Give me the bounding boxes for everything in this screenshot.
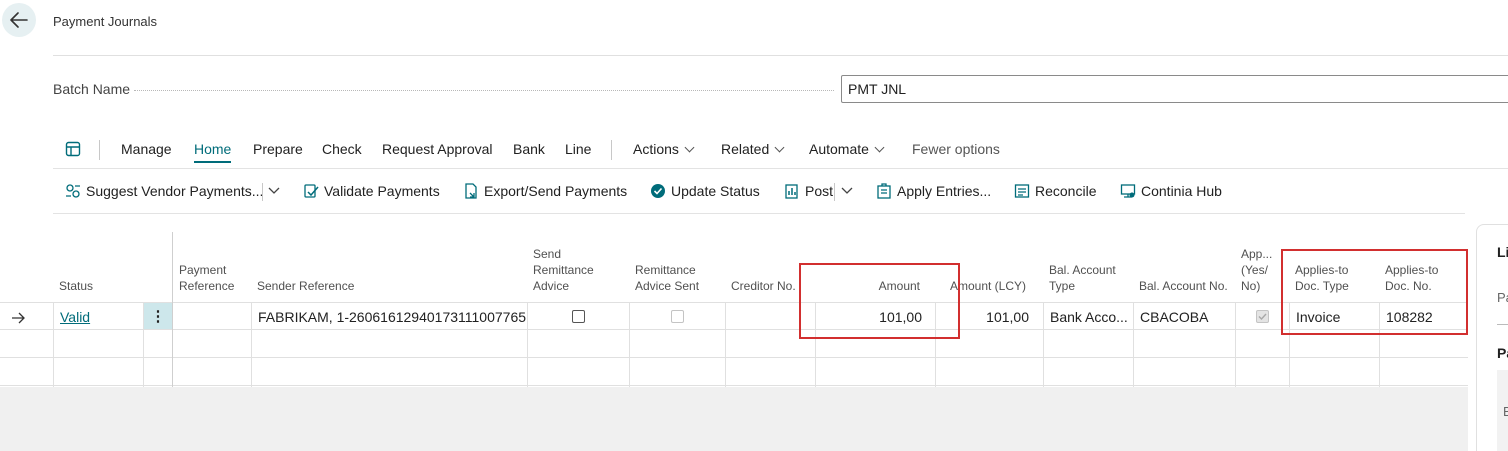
chevron-down-icon — [874, 142, 885, 153]
frozen-column-divider — [172, 232, 173, 387]
factbox-heading-2: Pa — [1497, 345, 1508, 361]
menu-separator — [99, 140, 100, 160]
column-divider — [1133, 302, 1134, 387]
column-divider — [251, 302, 252, 387]
row-actions-button[interactable]: ⋮ — [144, 303, 172, 329]
column-header-payment-reference[interactable]: Payment Reference — [179, 232, 249, 302]
factbox-sub-1: Pa — [1497, 290, 1508, 305]
table-row[interactable] — [0, 358, 1468, 386]
factbox-sub-2: B — [1503, 404, 1508, 419]
menu-automate[interactable]: Automate — [809, 141, 885, 157]
menu-automate-label: Automate — [809, 141, 869, 157]
export-icon — [465, 183, 477, 199]
chevron-down-icon — [684, 142, 695, 153]
apply-entries-button[interactable]: Apply Entries... — [876, 183, 991, 199]
arrow-left-icon — [10, 12, 28, 28]
back-button[interactable] — [2, 3, 36, 37]
column-header-applied[interactable]: App... (Yes/ No) — [1241, 232, 1281, 302]
post-label: Post — [805, 183, 834, 199]
action-separator — [262, 183, 263, 201]
column-divider — [725, 302, 726, 387]
menu-manage[interactable]: Manage — [121, 141, 172, 157]
status-cell[interactable]: Valid — [60, 309, 90, 325]
status-valid-link[interactable]: Valid — [60, 309, 90, 325]
menu-divider — [53, 168, 1508, 169]
menu-fewer-options[interactable]: Fewer options — [912, 141, 1000, 157]
batch-name-label: Batch Name — [53, 81, 131, 97]
bal-account-no-cell[interactable]: CBACOBA — [1140, 309, 1208, 325]
validate-icon — [304, 184, 319, 198]
action-menu-bar: Manage Home Prepare Check Request Approv… — [53, 137, 1508, 163]
action-separator — [834, 183, 835, 201]
factbox-heading-1: Li — [1497, 244, 1508, 260]
action-bar-divider — [53, 213, 1465, 214]
menu-separator — [611, 140, 612, 160]
menu-line[interactable]: Line — [565, 141, 591, 157]
batch-name-input[interactable]: PMT JNL — [841, 75, 1508, 103]
more-vertical-icon: ⋮ — [150, 308, 166, 325]
menu-home[interactable]: Home — [194, 141, 232, 163]
update-status-button[interactable]: Update Status — [650, 183, 760, 199]
reconcile-icon — [1014, 184, 1030, 198]
suggest-payments-icon — [66, 184, 80, 198]
column-header-creditor-no[interactable]: Creditor No. — [731, 232, 796, 302]
header-divider — [53, 55, 1508, 56]
highlight-box-amount — [799, 263, 960, 339]
column-header-sender-reference[interactable]: Sender Reference — [257, 232, 354, 302]
column-divider — [53, 302, 54, 387]
chevron-down-icon[interactable] — [841, 187, 853, 195]
suggest-vendor-payments-button[interactable]: Suggest Vendor Payments... — [65, 183, 263, 199]
chevron-down-icon — [774, 142, 785, 153]
chevron-down-icon[interactable] — [268, 187, 280, 195]
send-remittance-advice-checkbox[interactable] — [572, 310, 585, 323]
post-button[interactable]: Post — [784, 183, 833, 199]
suggest-vendor-payments-label: Suggest Vendor Payments... — [86, 183, 264, 199]
remittance-advice-sent-checkbox — [671, 310, 684, 323]
apply-entries-icon — [877, 183, 891, 199]
menu-bank[interactable]: Bank — [513, 141, 545, 157]
apply-entries-label: Apply Entries... — [897, 183, 992, 199]
table-row[interactable] — [0, 330, 1468, 358]
checkmark-icon — [1258, 313, 1267, 321]
column-divider — [629, 302, 630, 387]
menu-related[interactable]: Related — [721, 141, 785, 157]
export-send-payments-button[interactable]: Export/Send Payments — [463, 183, 627, 199]
highlight-box-applies-to — [1281, 249, 1468, 335]
validate-payments-button[interactable]: Validate Payments — [303, 183, 440, 199]
export-send-payments-label: Export/Send Payments — [484, 183, 628, 199]
menu-actions-label: Actions — [633, 141, 679, 157]
reconcile-label: Reconcile — [1035, 183, 1097, 199]
reconcile-button[interactable]: Reconcile — [1014, 183, 1096, 199]
arrow-right-icon — [12, 312, 25, 324]
menu-actions[interactable]: Actions — [633, 141, 695, 157]
menu-prepare[interactable]: Prepare — [253, 141, 303, 157]
column-header-bal-account-type[interactable]: Bal. Account Type — [1049, 232, 1129, 302]
menu-related-label: Related — [721, 141, 770, 157]
column-divider — [1235, 302, 1236, 387]
update-status-label: Update Status — [671, 183, 760, 199]
column-header-send-remittance-advice[interactable]: Send Remittance Advice — [533, 232, 623, 302]
sender-reference-cell[interactable]: FABRIKAM, 1-26061612940173111007765 — [258, 309, 526, 325]
grid-empty-area — [0, 387, 1468, 451]
show-table-icon[interactable] — [65, 141, 81, 157]
factbox-divider — [1497, 324, 1508, 325]
column-header-remittance-advice-sent[interactable]: Remittance Advice Sent — [635, 232, 723, 302]
page-title: Payment Journals — [53, 14, 158, 29]
continia-hub-label: Continia Hub — [1141, 183, 1222, 199]
table-row[interactable] — [0, 302, 1468, 330]
applied-checkbox — [1256, 310, 1269, 323]
continia-hub-icon — [1120, 184, 1136, 198]
update-status-icon — [651, 184, 665, 198]
menu-request-approval[interactable]: Request Approval — [382, 141, 493, 157]
bal-account-type-cell[interactable]: Bank Acco... — [1050, 309, 1128, 325]
column-header-bal-account-no[interactable]: Bal. Account No. — [1139, 232, 1229, 302]
column-divider — [1043, 302, 1044, 387]
continia-hub-button[interactable]: Continia Hub — [1120, 183, 1222, 199]
post-icon — [785, 184, 798, 199]
batch-name-leader — [134, 90, 834, 91]
column-divider — [527, 302, 528, 387]
validate-payments-label: Validate Payments — [324, 183, 440, 199]
menu-check[interactable]: Check — [322, 141, 362, 157]
column-header-status[interactable]: Status — [59, 232, 93, 302]
